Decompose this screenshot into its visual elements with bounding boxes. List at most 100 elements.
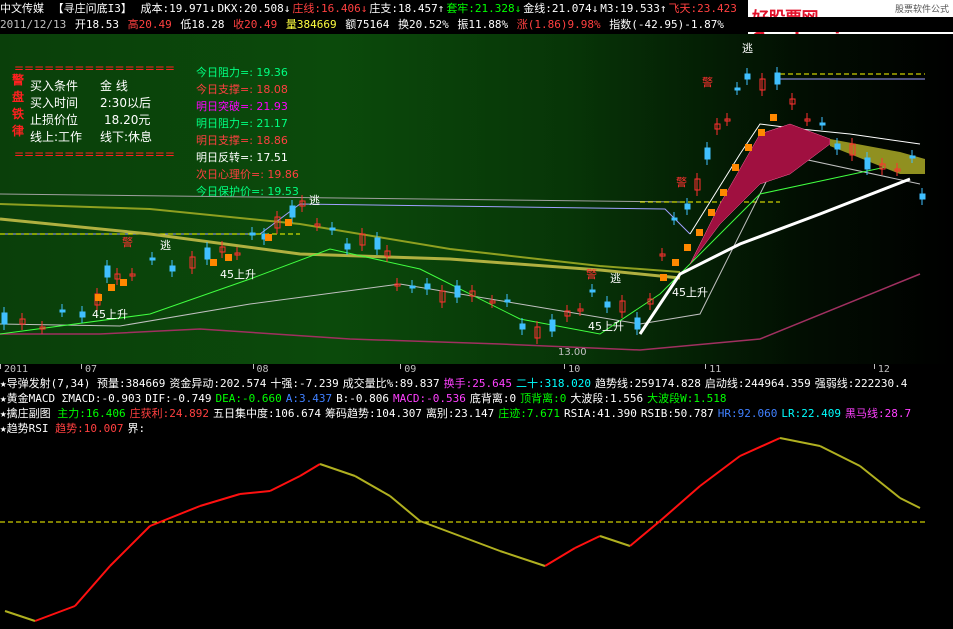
stair-box-16 [770,114,777,121]
stair-box-2 [120,279,127,286]
header-item-5: 金线:21.074↓ [523,2,599,15]
rsi-seg-16 [574,535,601,549]
rsi-seg-19 [659,485,701,522]
candle-body-10 [169,265,176,272]
candle-body-22 [344,243,351,250]
cond-buy-condition-value: 金 线 [100,79,128,93]
candle-body-60 [864,157,871,170]
date-tick-6: 12 [877,364,890,375]
indicator-value-10: 黑马线:28.7 [844,407,912,420]
rsi-seg-2 [74,565,111,607]
quote-amplitude: 振11.88% [457,18,509,31]
candle-body-40 [604,301,611,308]
indicator-value-1: DIF:-0.749 [145,392,212,405]
rsi-seg-15 [544,547,576,567]
candle-body-4 [79,311,86,318]
candle-body-46 [684,203,691,210]
indicator-value-2: DEA:-0.660 [215,392,282,405]
stair-box-0 [95,294,102,301]
date-tick-mark-6 [873,364,875,369]
candle-body-54 [774,72,781,85]
rsi-seg-9 [319,463,356,477]
warn-tag-4: 警 [702,76,713,89]
cond-buy-condition-key: 买入条件 [30,79,79,93]
candle-body-36 [549,319,556,332]
rise45-tag-4: 45上升 [672,286,708,299]
indicator-value-8: 大波段:1.556 [570,392,644,405]
rsi-seg-6 [239,490,271,495]
rsi-seg-21 [739,437,781,457]
candle-body-42 [634,317,641,330]
rsi-seg-7 [269,475,301,492]
candle-body-64 [919,193,926,200]
indicator-name[interactable]: ★擒庄副图 [0,407,57,420]
date-tick-mark-1 [81,364,82,369]
indicator-name[interactable]: ★趋势RSI [0,422,55,435]
indicator-gold-macd[interactable]: ★黄金MACD ΣMACD:-0.903 DIF:-0.749 DEA:-0.660… [0,391,953,406]
iron-char: 铁 [12,107,25,121]
kline-chart[interactable]: ================ 警 盘 铁 律 买入条件 金 线 买入时间 2… [0,34,953,364]
header-item-7: 飞天:23.423 [668,2,737,15]
rsi-seg-14 [499,550,546,567]
indicator-value-4: B:-0.806 [336,392,390,405]
indicator-capture[interactable]: ★擒庄副图 主力:16.406 庄获利:24.892 五日集中度:106.674 筹码… [0,406,953,421]
indicator-trend-rsi[interactable]: ★趋势RSI 趋势:10.007 界: [0,421,953,436]
indicator-value-2: 五日集中度:106.674 [212,407,321,420]
rsi-seg-17 [599,535,631,547]
indicator-value-1: 资金异动:202.574 [169,377,267,390]
rsi-chart[interactable] [0,436,953,626]
formula-name[interactable]: 【寻庄问底I3】 [53,2,132,15]
rsi-seg-20 [699,455,741,487]
rsi-seg-4 [149,505,201,527]
escape-tag-1: 逃 [309,194,320,207]
kline-canvas[interactable] [0,34,953,364]
indicator-missile[interactable]: ★导弹发射(7,34) 预量:384669 资金异动:202.574 十强:-7.2… [0,376,953,391]
date-tick-mark-2 [252,364,254,369]
candle-body-24 [374,237,381,250]
indicator-value-5: 二十:318.020 [516,377,592,390]
indicator-name[interactable]: ★黄金MACD [0,392,62,405]
candle-body-34 [519,323,526,330]
date-tick-3: 09 [404,364,417,375]
indicator-value-7: 启动线:244964.359 [704,377,811,390]
indicator-value-6: 底背离:0 [469,392,517,405]
candle-body-57 [819,122,826,126]
date-tick-1: 07 [85,364,98,375]
stair-box-12 [720,189,727,196]
price-level-1: 今日支撑=: 18.08 [196,83,288,96]
quote-amount: 额75164 [345,18,390,31]
date-tick-2: 08 [256,364,269,375]
indicator-value-8: HR:92.060 [717,407,778,420]
indicator-value-4: 离别:23.147 [425,407,495,420]
quote-open: 开18.53 [74,18,119,31]
header-item-4: 套牢:21.328↓ [446,2,522,15]
date-tick-mark-3 [400,364,402,369]
cond-work-key: 线上:工作 [30,130,83,144]
candle-body-52 [744,73,751,80]
rsi-seg-18 [629,520,661,547]
price-level-0: 今日阻力=: 19.36 [196,66,288,79]
ma-olive-1 [0,203,681,273]
ma-olive-2 [0,217,681,280]
indicator-value-9: LR:22.409 [781,407,841,420]
divider-top: ================ [14,61,175,75]
candle-body-21 [329,227,336,231]
quote-bar: 2011/12/13 开18.53 高20.49 低18.28 收20.49 量… [0,17,953,32]
rsi-seg-5 [199,493,241,507]
candle-body-58 [834,143,841,150]
header-indicators: 成本:19.971↓ DKX:20.508↓ 庄线:16.406↓ 庄支:18.457… [141,2,739,15]
rsi-canvas[interactable] [0,436,953,626]
low-price-label: 13.00 [558,347,587,358]
indicator-name[interactable]: ★导弹发射(7,34) [0,377,97,390]
warn-char: 警 [12,73,25,87]
stair-box-8 [672,259,679,266]
header-item-2: 庄线:16.406↓ [292,2,368,15]
date-tick-0: 2011 [4,364,29,375]
warn-tag-2: 警 [586,268,597,281]
plate-char: 盘 [12,90,25,104]
logo-subtext: 股票软件公式 [894,5,949,15]
indicator-value-3: A:3.437 [285,392,333,405]
stock-name[interactable]: 中文传媒 [0,2,44,15]
rsi-seg-3 [109,525,151,567]
divider-bottom: ================ [14,147,175,161]
